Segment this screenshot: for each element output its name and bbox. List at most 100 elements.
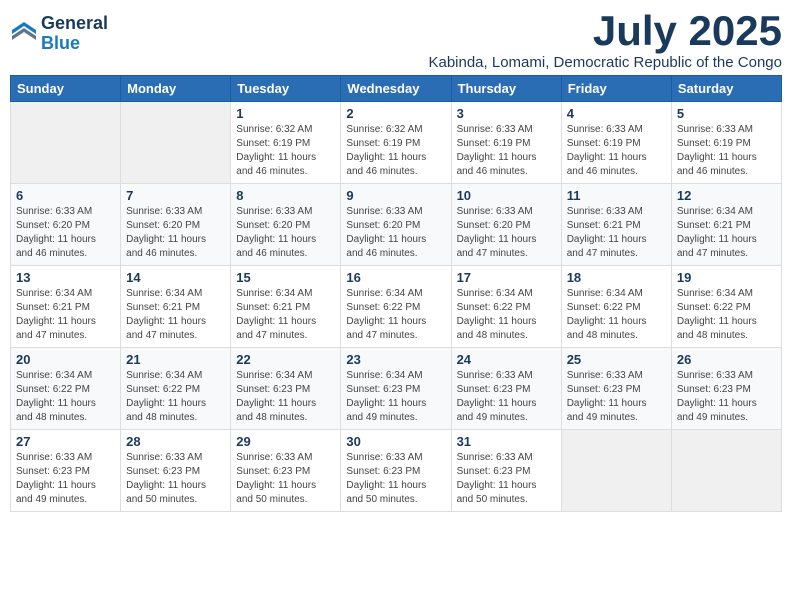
day-info: Sunrise: 6:33 AMSunset: 6:20 PMDaylight:… <box>457 205 556 261</box>
calendar-table: SundayMondayTuesdayWednesdayThursdayFrid… <box>10 75 782 512</box>
day-number: 16 <box>346 270 445 285</box>
day-info: Sunrise: 6:33 AMSunset: 6:21 PMDaylight:… <box>567 205 666 261</box>
day-cell <box>671 430 781 512</box>
logo-text: General Blue <box>41 14 108 54</box>
day-number: 11 <box>567 188 666 203</box>
day-cell: 5Sunrise: 6:33 AMSunset: 6:19 PMDaylight… <box>671 102 781 184</box>
day-number: 26 <box>677 352 776 367</box>
col-header-tuesday: Tuesday <box>231 76 341 102</box>
day-cell: 20Sunrise: 6:34 AMSunset: 6:22 PMDayligh… <box>11 348 121 430</box>
col-header-friday: Friday <box>561 76 671 102</box>
day-cell: 13 Sunrise: 6:34 AMSunset: 6:21 PMDayligh… <box>11 266 121 348</box>
col-header-wednesday: Wednesday <box>341 76 451 102</box>
week-row-3: 13 Sunrise: 6:34 AMSunset: 6:21 PMDayligh… <box>11 266 782 348</box>
day-info: Sunrise: 6:33 AMSunset: 6:23 PMDaylight:… <box>236 451 335 507</box>
day-cell: 28Sunrise: 6:33 AMSunset: 6:23 PMDayligh… <box>121 430 231 512</box>
day-cell: 22 Sunrise: 6:34 AMSunset: 6:23 PMDayligh… <box>231 348 341 430</box>
day-number: 8 <box>236 188 335 203</box>
day-cell <box>121 102 231 184</box>
logo-line1: General <box>41 14 108 34</box>
day-info: Sunrise: 6:34 AMSunset: 6:21 PMDaylight:… <box>126 287 225 343</box>
day-cell: 31Sunrise: 6:33 AMSunset: 6:23 PMDayligh… <box>451 430 561 512</box>
day-cell: 26 Sunrise: 6:33 AMSunset: 6:23 PMDayligh… <box>671 348 781 430</box>
day-info: Sunrise: 6:33 AMSunset: 6:23 PMDaylight:… <box>457 451 556 507</box>
day-info: Sunrise: 6:32 AMSunset: 6:19 PMDaylight:… <box>346 123 445 179</box>
header: General Blue July 2025 Kabinda, Lomami, … <box>10 10 782 71</box>
day-cell: 25 Sunrise: 6:33 AMSunset: 6:23 PMDayligh… <box>561 348 671 430</box>
day-cell: 11 Sunrise: 6:33 AMSunset: 6:21 PMDayligh… <box>561 184 671 266</box>
day-info: Sunrise: 6:34 AMSunset: 6:22 PMDaylight:… <box>126 369 225 425</box>
week-row-1: 1 Sunrise: 6:32 AMSunset: 6:19 PMDaylight… <box>11 102 782 184</box>
day-number: 24 <box>457 352 556 367</box>
header-row: SundayMondayTuesdayWednesdayThursdayFrid… <box>11 76 782 102</box>
day-cell: 9Sunrise: 6:33 AMSunset: 6:20 PMDaylight… <box>341 184 451 266</box>
day-number: 27 <box>16 434 115 449</box>
day-cell: 1 Sunrise: 6:32 AMSunset: 6:19 PMDaylight… <box>231 102 341 184</box>
day-number: 6 <box>16 188 115 203</box>
day-number: 28 <box>126 434 225 449</box>
day-cell: 21 Sunrise: 6:34 AMSunset: 6:22 PMDayligh… <box>121 348 231 430</box>
week-row-5: 27 Sunrise: 6:33 AMSunset: 6:23 PMDayligh… <box>11 430 782 512</box>
col-header-thursday: Thursday <box>451 76 561 102</box>
day-number: 7 <box>126 188 225 203</box>
day-cell <box>11 102 121 184</box>
day-number: 13 <box>16 270 115 285</box>
day-info: Sunrise: 6:32 AMSunset: 6:19 PMDaylight:… <box>236 123 335 179</box>
day-info: Sunrise: 6:34 AMSunset: 6:22 PMDaylight:… <box>346 287 445 343</box>
day-number: 10 <box>457 188 556 203</box>
day-number: 22 <box>236 352 335 367</box>
day-number: 19 <box>677 270 776 285</box>
day-number: 14 <box>126 270 225 285</box>
day-info: Sunrise: 6:34 AMSunset: 6:21 PMDaylight:… <box>236 287 335 343</box>
day-info: Sunrise: 6:33 AMSunset: 6:23 PMDaylight:… <box>346 451 445 507</box>
day-number: 2 <box>346 106 445 121</box>
day-cell: 8 Sunrise: 6:33 AMSunset: 6:20 PMDaylight… <box>231 184 341 266</box>
logo-icon <box>10 20 38 48</box>
col-header-monday: Monday <box>121 76 231 102</box>
col-header-sunday: Sunday <box>11 76 121 102</box>
day-info: Sunrise: 6:33 AMSunset: 6:19 PMDaylight:… <box>567 123 666 179</box>
day-info: Sunrise: 6:33 AMSunset: 6:23 PMDaylight:… <box>16 451 115 507</box>
day-info: Sunrise: 6:34 AMSunset: 6:23 PMDaylight:… <box>236 369 335 425</box>
day-number: 29 <box>236 434 335 449</box>
page-container: General Blue July 2025 Kabinda, Lomami, … <box>10 10 782 512</box>
day-info: Sunrise: 6:33 AMSunset: 6:23 PMDaylight:… <box>457 369 556 425</box>
day-info: Sunrise: 6:33 AMSunset: 6:20 PMDaylight:… <box>126 205 225 261</box>
day-info: Sunrise: 6:33 AMSunset: 6:23 PMDaylight:… <box>567 369 666 425</box>
day-cell: 23 Sunrise: 6:34 AMSunset: 6:23 PMDayligh… <box>341 348 451 430</box>
day-number: 1 <box>236 106 335 121</box>
day-cell: 24 Sunrise: 6:33 AMSunset: 6:23 PMDayligh… <box>451 348 561 430</box>
day-cell: 17Sunrise: 6:34 AMSunset: 6:22 PMDayligh… <box>451 266 561 348</box>
day-info: Sunrise: 6:33 AMSunset: 6:20 PMDaylight:… <box>236 205 335 261</box>
day-number: 5 <box>677 106 776 121</box>
month-title: July 2025 <box>428 10 782 52</box>
day-cell: 10 Sunrise: 6:33 AMSunset: 6:20 PMDayligh… <box>451 184 561 266</box>
day-number: 21 <box>126 352 225 367</box>
week-row-4: 20Sunrise: 6:34 AMSunset: 6:22 PMDayligh… <box>11 348 782 430</box>
day-info: Sunrise: 6:34 AMSunset: 6:21 PMDaylight:… <box>16 287 115 343</box>
day-number: 18 <box>567 270 666 285</box>
day-info: Sunrise: 6:33 AMSunset: 6:23 PMDaylight:… <box>677 369 776 425</box>
day-number: 15 <box>236 270 335 285</box>
week-row-2: 6 Sunrise: 6:33 AMSunset: 6:20 PMDaylight… <box>11 184 782 266</box>
day-info: Sunrise: 6:34 AMSunset: 6:23 PMDaylight:… <box>346 369 445 425</box>
day-info: Sunrise: 6:34 AMSunset: 6:22 PMDaylight:… <box>567 287 666 343</box>
day-info: Sunrise: 6:34 AMSunset: 6:22 PMDaylight:… <box>677 287 776 343</box>
day-number: 23 <box>346 352 445 367</box>
day-info: Sunrise: 6:34 AMSunset: 6:21 PMDaylight:… <box>677 205 776 261</box>
day-info: Sunrise: 6:34 AMSunset: 6:22 PMDaylight:… <box>16 369 115 425</box>
day-info: Sunrise: 6:33 AMSunset: 6:20 PMDaylight:… <box>346 205 445 261</box>
col-header-saturday: Saturday <box>671 76 781 102</box>
day-number: 25 <box>567 352 666 367</box>
day-cell: 19 Sunrise: 6:34 AMSunset: 6:22 PMDayligh… <box>671 266 781 348</box>
day-number: 30 <box>346 434 445 449</box>
day-info: Sunrise: 6:34 AMSunset: 6:22 PMDaylight:… <box>457 287 556 343</box>
day-number: 4 <box>567 106 666 121</box>
day-cell: 2 Sunrise: 6:32 AMSunset: 6:19 PMDaylight… <box>341 102 451 184</box>
day-cell: 18 Sunrise: 6:34 AMSunset: 6:22 PMDayligh… <box>561 266 671 348</box>
day-cell: 14 Sunrise: 6:34 AMSunset: 6:21 PMDayligh… <box>121 266 231 348</box>
day-cell: 3Sunrise: 6:33 AMSunset: 6:19 PMDaylight… <box>451 102 561 184</box>
day-cell: 7 Sunrise: 6:33 AMSunset: 6:20 PMDaylight… <box>121 184 231 266</box>
day-cell: 29 Sunrise: 6:33 AMSunset: 6:23 PMDayligh… <box>231 430 341 512</box>
day-cell: 4 Sunrise: 6:33 AMSunset: 6:19 PMDaylight… <box>561 102 671 184</box>
